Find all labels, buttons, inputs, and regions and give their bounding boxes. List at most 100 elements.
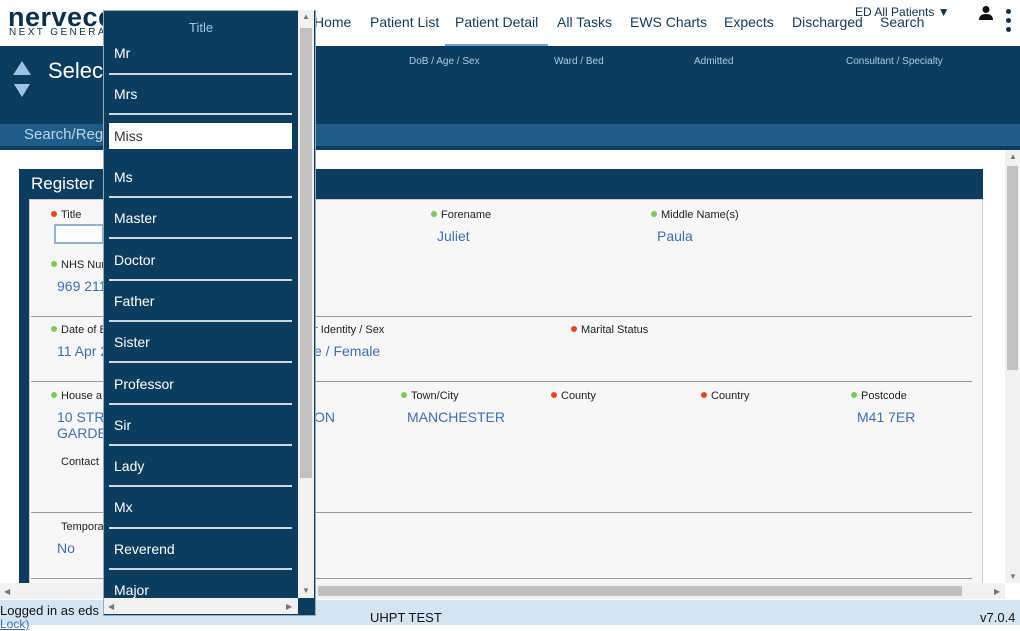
option-mrs[interactable]: Mrs [114, 86, 137, 102]
option-divider [109, 444, 292, 446]
postcode-value[interactable]: M41 7ER [857, 409, 915, 425]
option-divider [109, 361, 292, 363]
option-divider [109, 527, 292, 529]
option-lady[interactable]: Lady [114, 458, 144, 474]
required-dot [701, 392, 707, 399]
town-value[interactable]: MANCHESTER [407, 409, 505, 425]
dropdown-scroll-up-icon[interactable]: ▲ [302, 12, 310, 21]
temporary-value[interactable]: No [57, 540, 75, 556]
option-divider [109, 196, 292, 198]
option-reverend[interactable]: Reverend [114, 541, 175, 557]
col-admitted: Admitted [694, 56, 734, 67]
nhs-number-value[interactable]: 969 211 [57, 278, 107, 294]
option-divider [109, 485, 292, 487]
required-dot [571, 326, 577, 333]
nav-discharged[interactable]: Discharged [792, 14, 863, 30]
street-value[interactable]: ON [314, 409, 335, 425]
option-divider [109, 320, 292, 322]
next-patient-icon[interactable] [14, 84, 30, 97]
ward-selector[interactable]: ED All Patients ▼ [855, 5, 950, 19]
option-divider [109, 403, 292, 405]
nhs-number-label: NHS Num [51, 259, 111, 271]
valid-dot [851, 392, 857, 399]
option-doctor[interactable]: Doctor [114, 252, 155, 268]
scroll-right-icon[interactable]: ▶ [994, 587, 1000, 596]
marital-status-label: Marital Status [571, 324, 648, 336]
valid-dot [51, 261, 57, 268]
valid-dot [51, 392, 57, 399]
nav-ews-charts[interactable]: EWS Charts [630, 14, 707, 30]
postcode-label: Postcode [851, 390, 907, 402]
environment-label: UHPT TEST [370, 610, 442, 625]
option-miss[interactable]: Miss [114, 128, 143, 144]
dropdown-scroll-down-icon[interactable]: ▼ [302, 586, 310, 595]
more-menu-icon[interactable] [1006, 9, 1011, 35]
valid-dot [51, 326, 57, 333]
option-divider [109, 279, 292, 281]
option-divider [109, 113, 292, 115]
scroll-left-icon[interactable]: ◀ [4, 587, 10, 596]
option-mr[interactable]: Mr [114, 45, 130, 61]
valid-dot [651, 211, 657, 218]
town-label: Town/City [401, 390, 459, 402]
option-divider [109, 73, 292, 75]
scroll-up-icon[interactable]: ▲ [1009, 152, 1017, 161]
required-dot [551, 392, 557, 399]
option-divider [109, 237, 292, 239]
valid-dot [431, 211, 437, 218]
contact-label: Contact [61, 456, 99, 468]
required-dot [51, 211, 57, 218]
dropdown-horizontal-scrollbar[interactable] [104, 598, 298, 614]
user-icon[interactable] [978, 5, 994, 21]
vertical-scroll-thumb[interactable] [1007, 166, 1018, 370]
title-select[interactable] [54, 224, 104, 244]
previous-patient-icon[interactable] [13, 61, 31, 75]
select-patient-text: Selec [48, 58, 104, 83]
house-value-line1[interactable]: 10 STR [57, 409, 104, 425]
dropdown-scroll-left-icon[interactable]: ◀ [108, 602, 114, 611]
option-mx[interactable]: Mx [114, 499, 133, 515]
dropdown-scroll-thumb[interactable] [300, 28, 312, 478]
option-major[interactable]: Major [114, 582, 149, 598]
search-register-tab[interactable]: Search/Reg [24, 126, 103, 143]
col-consultant-specialty: Consultant / Specialty [846, 56, 943, 67]
logged-in-text: Logged in as eds [0, 603, 100, 618]
option-ms[interactable]: Ms [114, 169, 133, 185]
dropdown-title: Title [189, 20, 214, 35]
option-sir[interactable]: Sir [114, 417, 131, 433]
version-label: v7.0.4 [980, 610, 1016, 625]
nav-patient-detail[interactable]: Patient Detail [445, 14, 549, 47]
valid-dot [401, 392, 407, 399]
col-ward-bed: Ward / Bed [554, 56, 604, 67]
middle-name-value[interactable]: Paula [657, 228, 693, 244]
horizontal-scroll-thumb[interactable] [318, 586, 962, 596]
option-master[interactable]: Master [114, 210, 157, 226]
county-label: County [551, 390, 596, 402]
gender-identity-label: r Identity / Sex [314, 324, 385, 336]
col-dob-age-sex: DoB / Age / Sex [409, 56, 480, 67]
nav-patient-list[interactable]: Patient List [370, 14, 439, 30]
option-divider [109, 568, 292, 570]
dob-label: Date of B [51, 324, 107, 336]
title-label: Title [51, 209, 81, 221]
country-label: Country [701, 390, 750, 402]
forename-value[interactable]: Juliet [437, 228, 470, 244]
register-card-title: Register [31, 174, 95, 193]
gender-identity-value[interactable]: e / Female [314, 343, 380, 359]
temporary-label: Tempora [61, 521, 104, 533]
forename-label: Forename [431, 209, 491, 221]
house-label: House a [51, 390, 102, 402]
house-value-line2[interactable]: GARDE [57, 425, 107, 441]
dropdown-scroll-right-icon[interactable]: ▶ [286, 602, 292, 611]
option-sister[interactable]: Sister [114, 334, 150, 350]
nav-home[interactable]: Home [314, 14, 351, 30]
nav-expects[interactable]: Expects [724, 14, 774, 30]
middle-name-label: Middle Name(s) [651, 209, 739, 221]
lock-link[interactable]: Lock) [0, 617, 29, 631]
option-father[interactable]: Father [114, 293, 154, 309]
app-logo-subtitle: NEXT GENERAT [9, 27, 115, 38]
option-professor[interactable]: Professor [114, 376, 174, 392]
dob-value[interactable]: 11 Apr 2 [57, 343, 108, 359]
nav-all-tasks[interactable]: All Tasks [557, 14, 612, 30]
scroll-down-icon[interactable]: ▼ [1009, 572, 1017, 581]
